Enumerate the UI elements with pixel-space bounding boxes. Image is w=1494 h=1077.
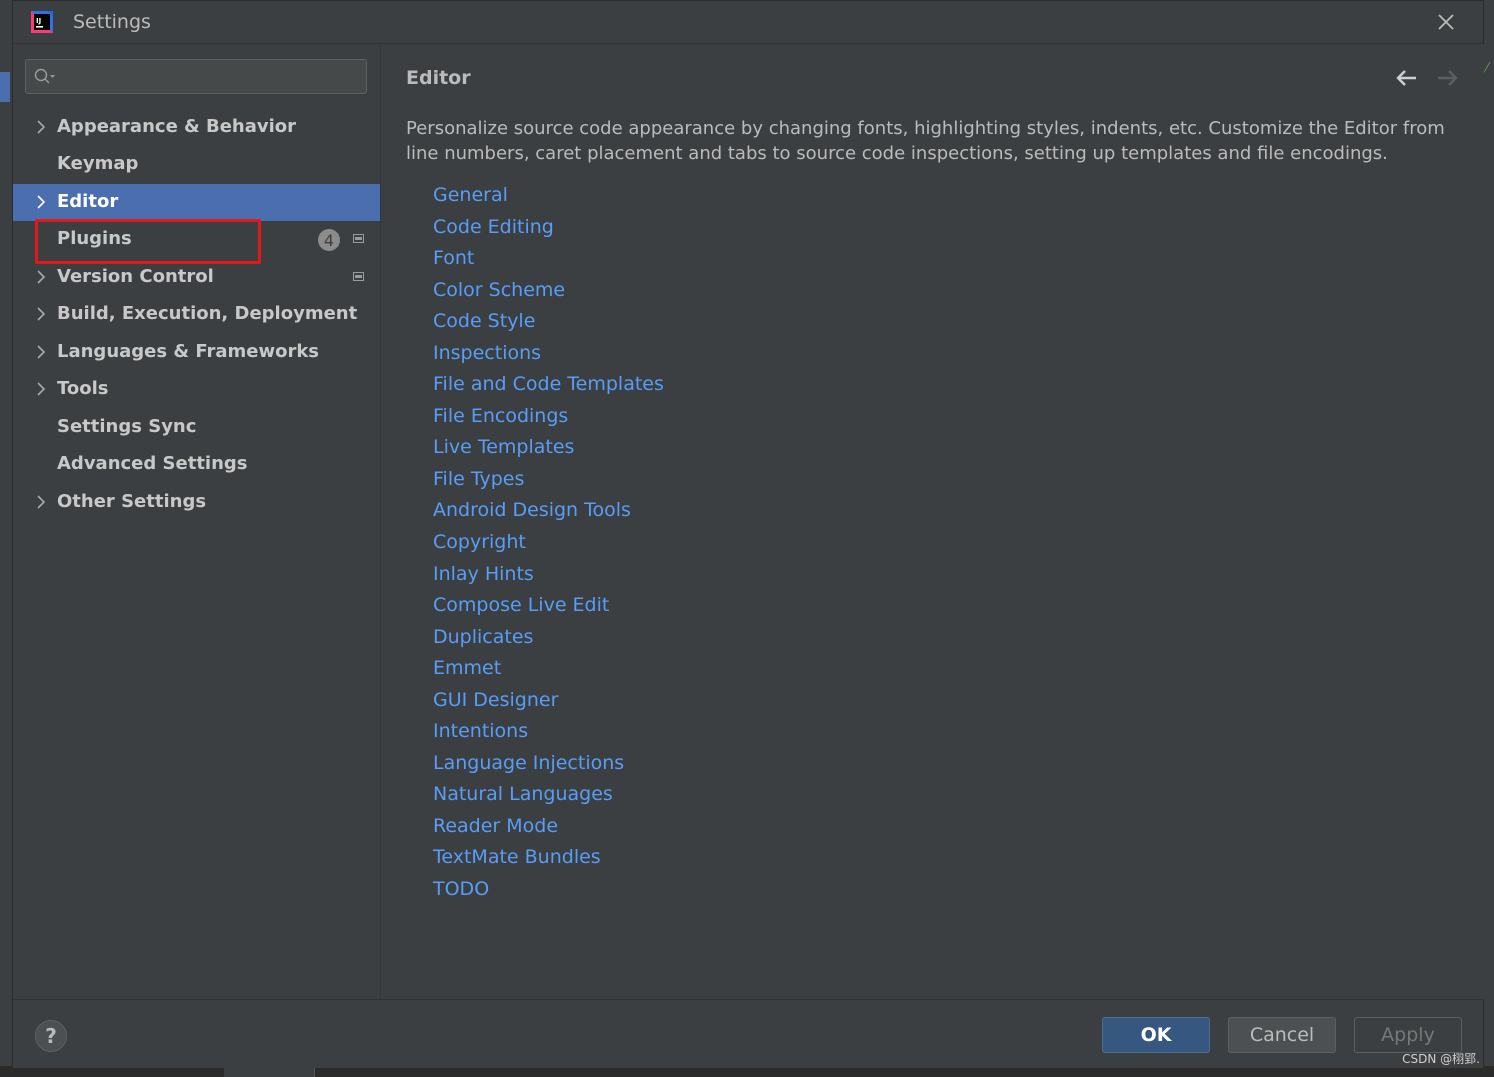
link-code-editing[interactable]: Code Editing xyxy=(433,214,664,246)
sidebar-item-label: Tools xyxy=(57,378,109,399)
link-file-encodings[interactable]: File Encodings xyxy=(433,403,664,435)
settings-dialog: IJ Settings Appearance & Behavior Keymap E… xyxy=(12,0,1484,1068)
title-bar: IJ Settings xyxy=(13,1,1483,44)
sidebar-item-keymap[interactable]: Keymap xyxy=(13,146,380,183)
svg-text:IJ: IJ xyxy=(36,17,41,25)
link-file-types[interactable]: File Types xyxy=(433,466,664,498)
sidebar-item-label: Plugins xyxy=(57,228,132,249)
chevron-right-icon[interactable] xyxy=(35,270,47,284)
ide-background-left xyxy=(0,0,12,1077)
chevron-right-icon[interactable] xyxy=(35,195,47,209)
link-android-design-tools[interactable]: Android Design Tools xyxy=(433,497,664,529)
content-panel: Editor Personalize source code appearanc… xyxy=(380,44,1484,999)
sidebar-item-advanced-settings[interactable]: Advanced Settings xyxy=(13,446,380,483)
sidebar-item-label: Appearance & Behavior xyxy=(57,116,297,137)
project-level-icon xyxy=(353,234,364,243)
sidebar-item-label: Languages & Frameworks xyxy=(57,341,320,362)
help-button[interactable]: ? xyxy=(35,1020,67,1052)
update-count-badge: 4 xyxy=(318,229,340,251)
sidebar-item-appearance-behavior[interactable]: Appearance & Behavior xyxy=(13,109,380,146)
sidebar-item-editor[interactable]: Editor xyxy=(13,184,380,221)
sidebar-item-build-execution-deployment[interactable]: Build, Execution, Deployment xyxy=(13,296,380,333)
link-intentions[interactable]: Intentions xyxy=(433,718,664,750)
sidebar-item-plugins[interactable]: Plugins 4 xyxy=(13,221,380,258)
link-todo[interactable]: TODO xyxy=(433,876,664,908)
editor-links-list: General Code Editing Font Color Scheme Code … xyxy=(433,182,664,908)
sidebar-item-version-control[interactable]: Version Control xyxy=(13,259,380,296)
back-arrow-icon[interactable] xyxy=(1396,68,1418,88)
link-live-templates[interactable]: Live Templates xyxy=(433,434,664,466)
link-compose-live-edit[interactable]: Compose Live Edit xyxy=(433,592,664,624)
chevron-right-icon[interactable] xyxy=(35,495,47,509)
link-gui-designer[interactable]: GUI Designer xyxy=(433,687,664,719)
ok-button[interactable]: OK xyxy=(1102,1017,1210,1053)
apply-button[interactable]: Apply xyxy=(1354,1017,1462,1053)
close-icon xyxy=(1438,14,1454,30)
intellij-idea-icon: IJ xyxy=(31,11,53,33)
ide-tool-tab xyxy=(0,72,10,102)
sidebar-item-label: Editor xyxy=(57,191,119,212)
close-button[interactable] xyxy=(1433,9,1459,35)
page-title: Editor xyxy=(406,67,471,89)
chevron-right-icon[interactable] xyxy=(35,307,47,321)
link-copyright[interactable]: Copyright xyxy=(433,529,664,561)
sidebar-item-label: Settings Sync xyxy=(57,416,197,437)
link-code-style[interactable]: Code Style xyxy=(433,308,664,340)
sidebar-item-label: Version Control xyxy=(57,266,214,287)
link-natural-languages[interactable]: Natural Languages xyxy=(433,781,664,813)
link-inspections[interactable]: Inspections xyxy=(433,340,664,372)
sidebar-item-tools[interactable]: Tools xyxy=(13,371,380,408)
chevron-right-icon[interactable] xyxy=(35,382,47,396)
watermark: CSDN @栩郢. xyxy=(1402,1052,1480,1066)
settings-sidebar: Appearance & Behavior Keymap Editor Plugins… xyxy=(13,44,380,999)
link-reader-mode[interactable]: Reader Mode xyxy=(433,813,664,845)
cancel-button[interactable]: Cancel xyxy=(1228,1017,1336,1053)
sidebar-item-label: Advanced Settings xyxy=(57,453,248,474)
project-level-icon xyxy=(353,272,364,281)
sidebar-item-settings-sync[interactable]: Settings Sync xyxy=(13,409,380,446)
search-box[interactable] xyxy=(25,59,367,94)
search-icon xyxy=(34,68,55,84)
forward-arrow-icon[interactable] xyxy=(1436,68,1458,88)
link-font[interactable]: Font xyxy=(433,245,664,277)
link-color-scheme[interactable]: Color Scheme xyxy=(433,277,664,309)
sidebar-item-label: Keymap xyxy=(57,153,139,174)
page-description: Personalize source code appearance by ch… xyxy=(406,118,1445,164)
window-title: Settings xyxy=(73,11,151,33)
sidebar-item-label: Other Settings xyxy=(57,491,207,512)
link-language-injections[interactable]: Language Injections xyxy=(433,750,664,782)
sidebar-item-languages-frameworks[interactable]: Languages & Frameworks xyxy=(13,334,380,371)
sidebar-item-other-settings[interactable]: Other Settings xyxy=(13,484,380,521)
sidebar-item-label: Build, Execution, Deployment xyxy=(57,303,358,324)
ide-checkmark xyxy=(1482,62,1494,74)
chevron-right-icon[interactable] xyxy=(35,120,47,134)
search-input[interactable] xyxy=(62,64,362,90)
link-textmate-bundles[interactable]: TextMate Bundles xyxy=(433,844,664,876)
ide-background-right xyxy=(1482,0,1494,1077)
dialog-footer: ? OK Cancel Apply xyxy=(13,999,1483,1068)
link-emmet[interactable]: Emmet xyxy=(433,655,664,687)
link-general[interactable]: General xyxy=(433,182,664,214)
chevron-right-icon[interactable] xyxy=(35,345,47,359)
link-inlay-hints[interactable]: Inlay Hints xyxy=(433,561,664,593)
link-file-and-code-templates[interactable]: File and Code Templates xyxy=(433,371,664,403)
link-duplicates[interactable]: Duplicates xyxy=(433,624,664,656)
